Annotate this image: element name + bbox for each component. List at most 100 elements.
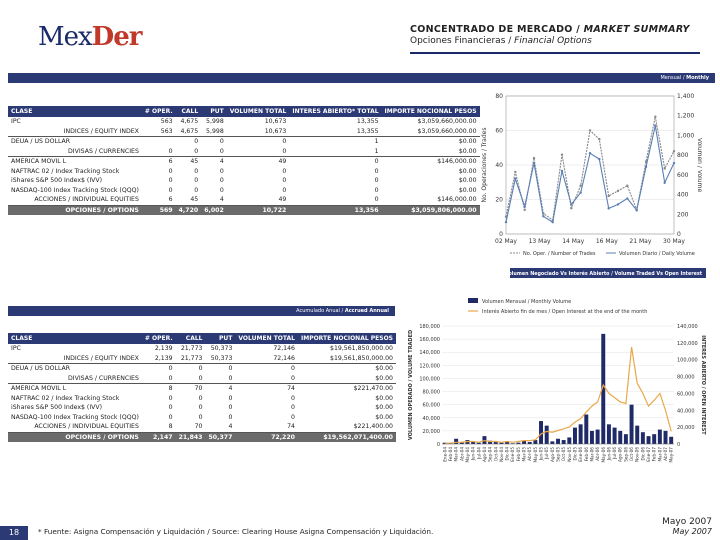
table-cell: $0.00 bbox=[375, 404, 393, 412]
legend-label: Interés Abierto fin de mes / Open Intere… bbox=[482, 308, 647, 315]
table-cell: 0 bbox=[235, 373, 298, 384]
y-tick-label: 40,000 bbox=[423, 416, 441, 422]
data-point bbox=[570, 203, 573, 206]
table-cell: 70 bbox=[175, 422, 206, 433]
row-label: NAFTRAC 02 / Index Tracking Stock bbox=[11, 394, 120, 402]
x-tick-label: Sep-05 bbox=[556, 447, 561, 462]
bar bbox=[623, 434, 628, 444]
x-tick-label: Abr-07 bbox=[663, 447, 668, 461]
table-row: NASDAQ-100 Index Tracking Stock (QQQ) 0 0 0… bbox=[8, 413, 396, 423]
table-row: AMERICA MOVIL L 8 70 4 74 $221,470.00 bbox=[8, 384, 396, 394]
bar bbox=[584, 414, 589, 444]
x-tick-label: Jul-05 bbox=[544, 447, 549, 460]
data-point bbox=[588, 129, 592, 132]
table-cell: 0 bbox=[168, 413, 173, 421]
table-cell: 45 bbox=[190, 158, 199, 166]
table-cell: 70 bbox=[194, 385, 203, 393]
x-tick-label: Dic-06 bbox=[640, 447, 645, 461]
table-row: ACCIONES / INDIVIDUAL EQUITIES 8 70 4 74 $221… bbox=[8, 422, 396, 433]
bar bbox=[539, 421, 544, 444]
table-cell: 0 bbox=[219, 167, 224, 175]
data-point bbox=[607, 194, 610, 198]
table-cell: 6 bbox=[141, 195, 176, 206]
x-tick-label: Ago-04 bbox=[482, 447, 487, 462]
y-tick-label: 60 bbox=[495, 128, 503, 135]
table-cell: 49 bbox=[226, 195, 290, 206]
table-cell: 0 bbox=[141, 146, 176, 157]
x-tick-label: 13 May bbox=[529, 238, 551, 245]
daily-trades-volume-chart: 02040608002004006008001,0001,2001,40002 … bbox=[481, 93, 702, 257]
legend-label: Volumen Diario / Daily Volume bbox=[619, 251, 695, 257]
y2-tick-label: 0 bbox=[677, 231, 681, 238]
table-cell: 0 bbox=[289, 195, 382, 206]
x-tick-label: Ene-06 bbox=[578, 447, 583, 462]
data-point bbox=[579, 184, 582, 187]
table-row: NAFTRAC 02 / Index Tracking Stock 0 0 0 0 0 $0… bbox=[8, 167, 480, 177]
bar bbox=[454, 438, 459, 444]
row-label: OPCIONES / OPTIONS bbox=[8, 432, 142, 442]
monthly-band: Mensual / Monthly bbox=[8, 73, 715, 83]
bar bbox=[544, 425, 549, 444]
table-cell: 0 bbox=[282, 186, 287, 194]
y-tick-label: 100,000 bbox=[419, 376, 440, 382]
column-header: VOLUMEN TOTAL bbox=[226, 106, 290, 117]
column-header: PUT bbox=[201, 106, 227, 117]
table-cell: 13,356 bbox=[289, 205, 382, 215]
y-tick-label: 180,000 bbox=[419, 324, 440, 330]
table-row: DIVISAS / CURRENCIES 0 0 0 0 $0.00 bbox=[8, 373, 396, 384]
data-point bbox=[532, 156, 536, 160]
table-cell: 0 bbox=[228, 365, 233, 373]
table-cell: $146,000.00 bbox=[437, 158, 477, 166]
data-point bbox=[532, 161, 536, 165]
bar bbox=[640, 432, 645, 444]
table-cell: 50,373 bbox=[205, 353, 236, 364]
y-tick-label: 80 bbox=[495, 93, 503, 100]
table-cell: 569 bbox=[141, 205, 176, 215]
x-tick-label: Sep-04 bbox=[488, 447, 493, 462]
bar bbox=[595, 429, 600, 444]
table-cell: 45 bbox=[175, 195, 202, 206]
x-tick-label: May-06 bbox=[601, 447, 606, 463]
y-axis-label: No. Operaciones / Trades bbox=[481, 128, 488, 203]
data-point bbox=[644, 165, 648, 169]
table-cell: 0 bbox=[291, 394, 295, 402]
x-tick-label: 30 May bbox=[663, 238, 685, 245]
table-cell: 0 bbox=[219, 186, 224, 194]
data-point bbox=[616, 203, 620, 206]
mexder-logo: MexDer bbox=[38, 22, 142, 52]
series-line bbox=[505, 116, 675, 222]
x-tick-label: 16 May bbox=[596, 238, 618, 245]
row-label: NAFTRAC 02 / Index Tracking Stock bbox=[11, 167, 120, 175]
y2-tick-label: 800 bbox=[677, 152, 689, 159]
x-tick-label: Jun-04 bbox=[471, 447, 476, 462]
table-header: CLASE # OPER. CALL PUT VOLUMEN TOTAL INTERES … bbox=[8, 106, 480, 117]
x-tick-label: 02 May bbox=[495, 238, 517, 245]
table-cell: 0 bbox=[175, 373, 206, 384]
table-cell: 0 bbox=[168, 186, 173, 194]
y-tick-label: 120,000 bbox=[419, 363, 440, 369]
data-point bbox=[504, 220, 508, 224]
table-cell: 0 bbox=[194, 138, 199, 146]
data-point bbox=[635, 209, 638, 212]
table-cell: 5,998 bbox=[206, 118, 224, 126]
table-cell: 0 bbox=[282, 138, 287, 146]
table-cell: 2,139 bbox=[141, 353, 176, 364]
table-cell: 0 bbox=[168, 167, 173, 175]
table-cell: 21,773 bbox=[175, 353, 206, 364]
row-label: INDICES / EQUITY INDEX bbox=[8, 353, 142, 364]
row-label: AMERICA MOVIL L bbox=[11, 158, 67, 166]
monthly-volume-open-interest-chart: Volumen Negociado Vs Interés Abierto / V… bbox=[408, 268, 706, 463]
table-row: iShares S&P 500 Index$ (IVV) 0 0 0 0 0 $0.00 bbox=[8, 176, 480, 186]
table-cell: $19,561,850,000.00 bbox=[330, 345, 393, 353]
table-cell: 50,373 bbox=[210, 345, 233, 353]
row-label: DEUA / US DOLLAR bbox=[11, 138, 71, 146]
column-header: # OPER. bbox=[141, 106, 176, 117]
legend-label: No. Oper. / Number of Trades bbox=[523, 251, 596, 257]
table-cell: 0 bbox=[291, 413, 295, 421]
x-tick-label: Jun-06 bbox=[606, 447, 611, 462]
y-axis-label: VOLUMEN OPERADO / VOLUME TRADED bbox=[408, 330, 414, 440]
table-row: iShares S&P 500 Index$ (IVV) 0 0 0 0 $0.00 bbox=[8, 403, 396, 413]
x-tick-label: Jul-06 bbox=[612, 447, 617, 460]
table-cell: 72,146 bbox=[235, 353, 298, 364]
data-point bbox=[551, 220, 554, 224]
